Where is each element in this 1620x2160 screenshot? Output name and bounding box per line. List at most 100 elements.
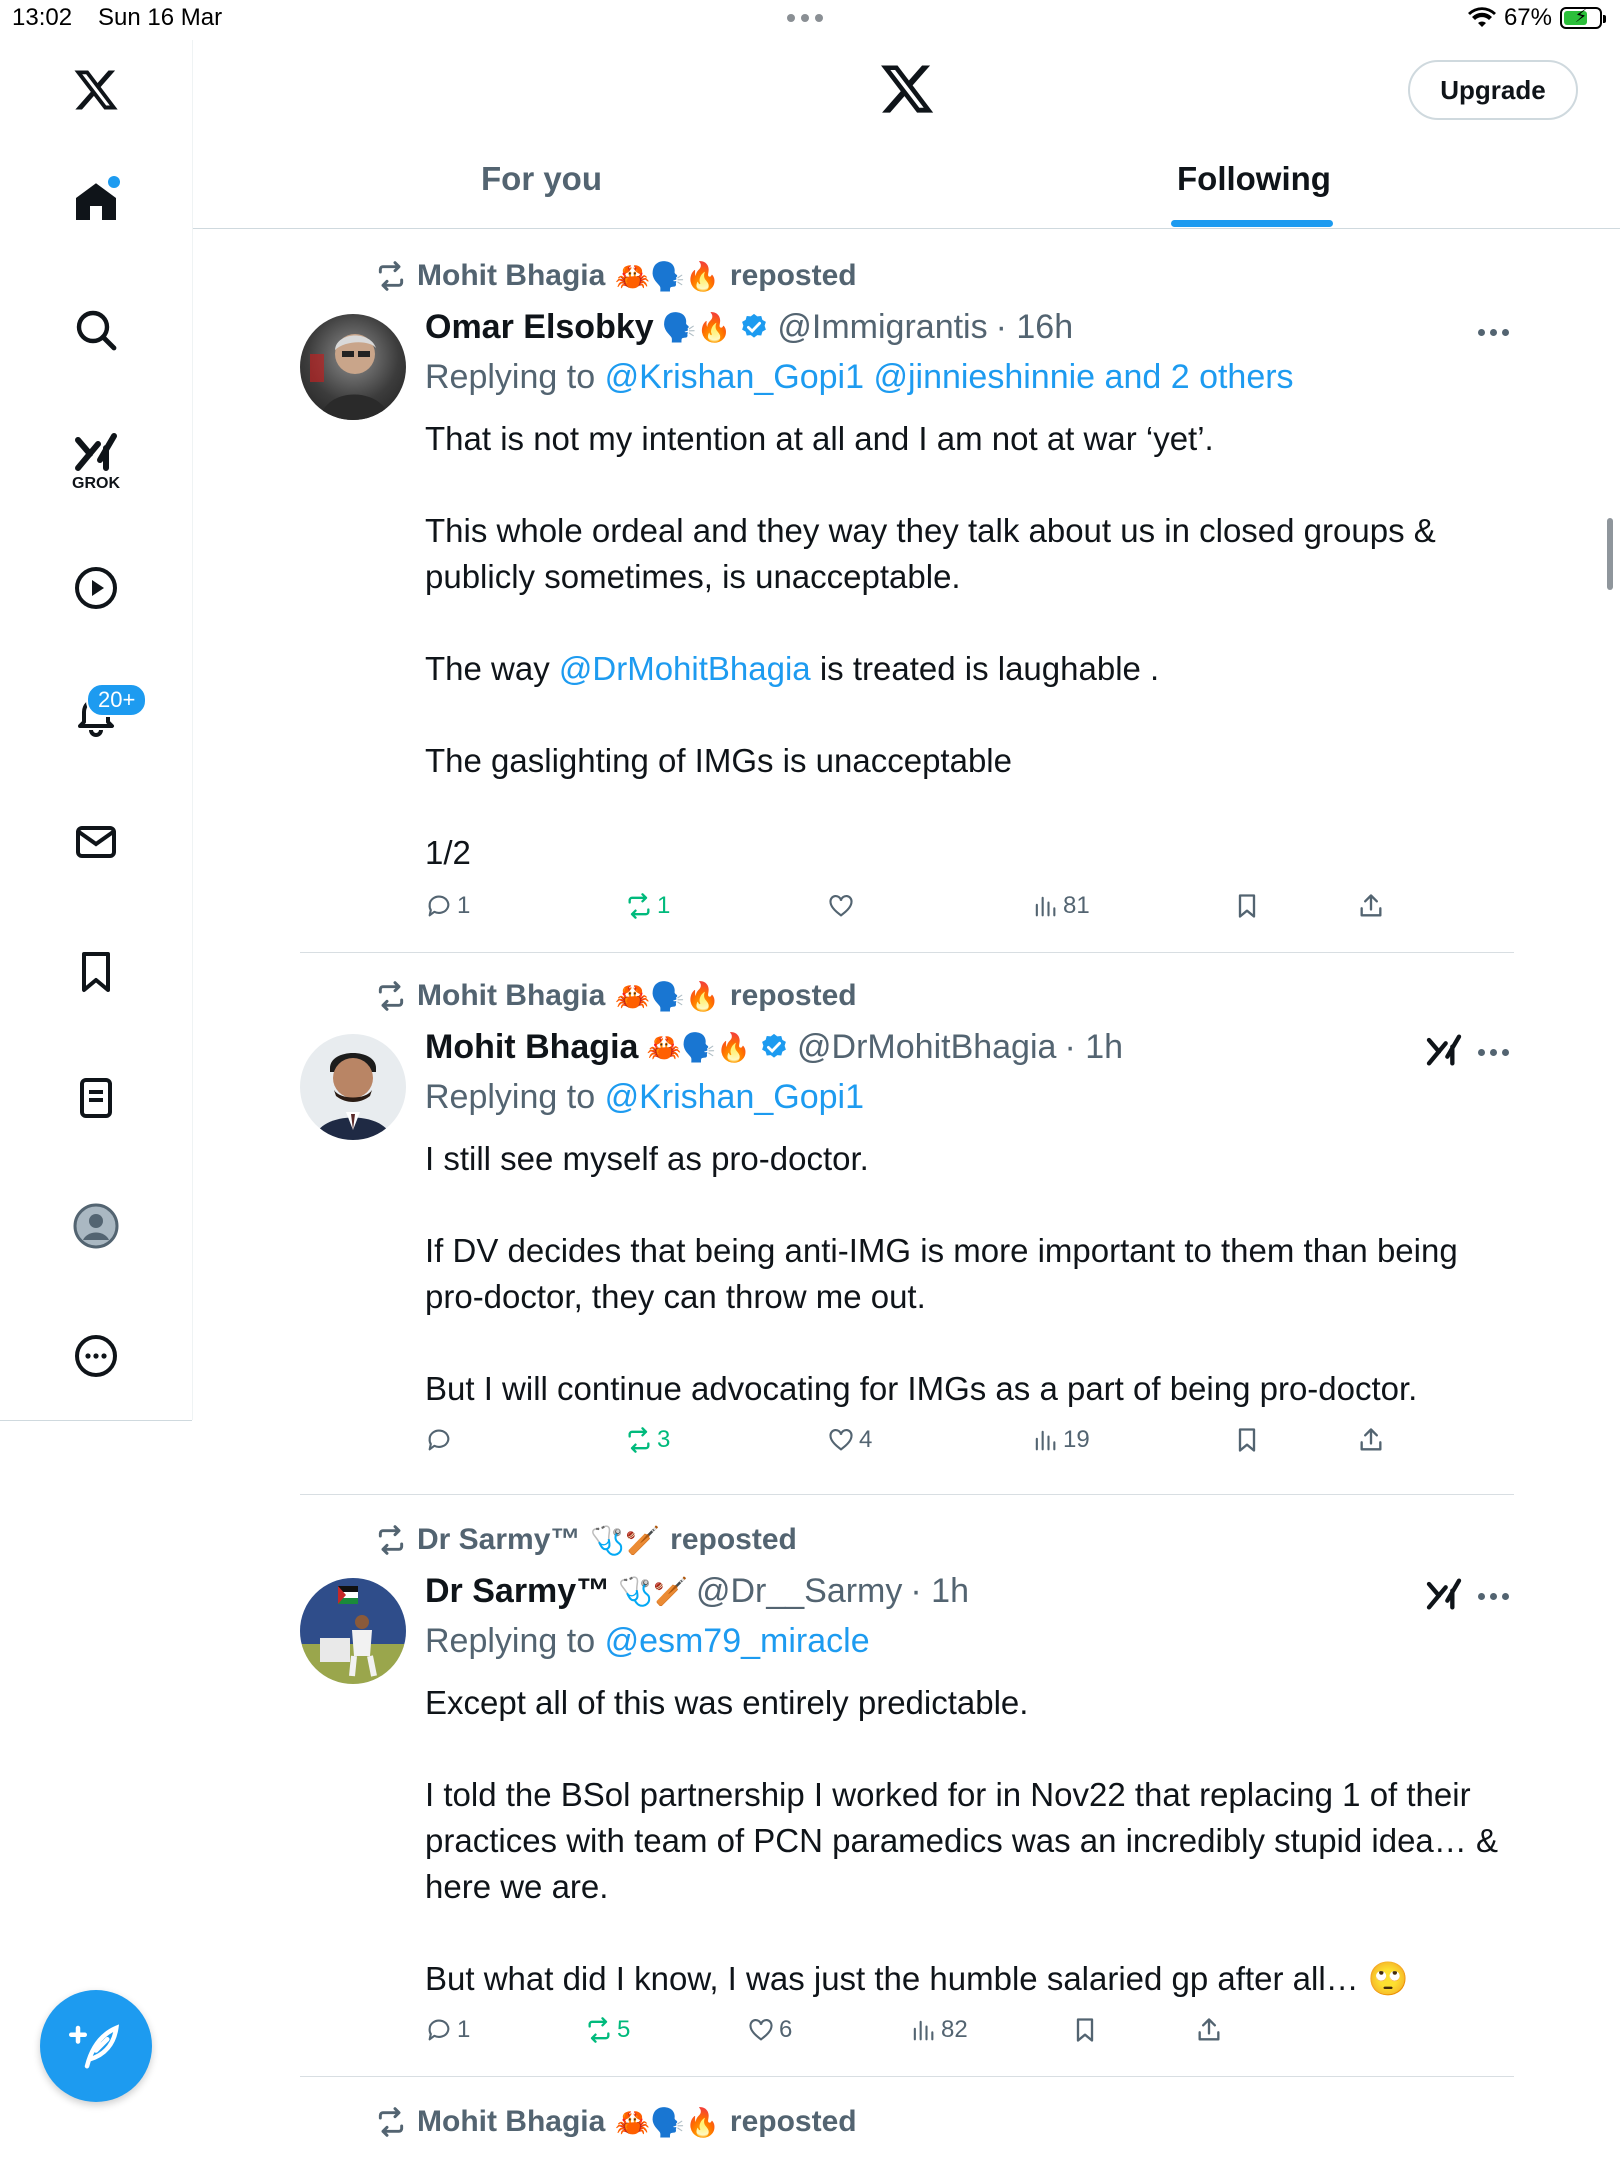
multitasking-dots-icon[interactable] bbox=[787, 14, 823, 22]
sidebar-item-explore[interactable] bbox=[66, 300, 126, 360]
status-right: 67% ⚡ bbox=[1467, 4, 1606, 32]
post-time[interactable]: · 1h bbox=[910, 1572, 969, 1611]
reposter-emoji: 🦀🗣️🔥 bbox=[615, 260, 720, 292]
author-emoji: 🩺🏏 bbox=[618, 1575, 688, 1607]
tweet-body: Except all of this was entirely predicta… bbox=[425, 1680, 1505, 2002]
post-time[interactable]: · 1h bbox=[1064, 1028, 1123, 1067]
share-button[interactable] bbox=[1357, 1426, 1385, 1454]
views-button[interactable]: 82 bbox=[909, 2016, 968, 2044]
tab-following[interactable]: Following bbox=[1177, 160, 1331, 198]
list-icon bbox=[80, 1078, 112, 1118]
author-emoji: 🦀🗣️🔥 bbox=[646, 1031, 752, 1063]
x-logo-icon[interactable] bbox=[66, 60, 126, 120]
author-handle[interactable]: @DrMohitBhagia bbox=[797, 1028, 1056, 1067]
reply-button[interactable]: 1 bbox=[425, 2016, 470, 2044]
sidebar-item-video[interactable] bbox=[66, 558, 126, 618]
verified-badge-icon bbox=[742, 313, 767, 338]
repost-icon bbox=[588, 2017, 610, 2043]
share-button[interactable] bbox=[1195, 2016, 1223, 2044]
author-name[interactable]: Dr Sarmy™ bbox=[425, 1572, 610, 1611]
post-time[interactable]: · 16h bbox=[996, 308, 1074, 347]
replying-to-handles[interactable]: @Krishan_Gopi1 bbox=[605, 1078, 864, 1116]
repost-button[interactable]: 5 bbox=[585, 2016, 630, 2044]
tweet-paragraph: I still see myself as pro-doctor. bbox=[425, 1140, 869, 1177]
scrollbar[interactable] bbox=[1607, 518, 1613, 590]
views-button[interactable]: 81 bbox=[1031, 892, 1090, 920]
tweet[interactable]: Mohit Bhagia 🦀🗣️🔥 reposted bbox=[300, 2100, 1514, 2160]
replying-to-handles[interactable]: @Krishan_Gopi1 @jinnieshinnie and 2 othe… bbox=[605, 358, 1294, 396]
sidebar-item-more[interactable] bbox=[66, 1326, 126, 1386]
repost-context: Mohit Bhagia 🦀🗣️🔥 reposted bbox=[375, 974, 857, 1018]
replying-to-handles[interactable]: @esm79_miracle bbox=[605, 1622, 870, 1660]
repost-button[interactable]: 3 bbox=[625, 1426, 670, 1454]
reposter-name[interactable]: Dr Sarmy™ bbox=[417, 1523, 580, 1557]
sidebar-item-profile[interactable] bbox=[66, 1196, 126, 1256]
like-button[interactable]: 4 bbox=[827, 1426, 872, 1454]
status-date: Sun 16 Mar bbox=[98, 4, 223, 31]
tweet[interactable]: Mohit Bhagia 🦀🗣️🔥 reposted Mohit Bhagia … bbox=[300, 974, 1514, 1495]
compose-feather-icon bbox=[69, 2024, 120, 2069]
wifi-icon bbox=[1467, 7, 1496, 27]
author-line: Mohit Bhagia 🦀🗣️🔥 @DrMohitBhagia · 1h bbox=[425, 1024, 1123, 1070]
avatar[interactable] bbox=[300, 1034, 406, 1140]
timeline-tabs: For you Following bbox=[193, 150, 1620, 229]
sidebar-item-grok[interactable] bbox=[66, 422, 126, 482]
bookmark-button[interactable] bbox=[1233, 892, 1261, 920]
heart-icon bbox=[749, 2019, 773, 2041]
like-button[interactable]: 6 bbox=[747, 2016, 792, 2044]
tweet-paragraph: Except all of this was entirely predicta… bbox=[425, 1684, 1029, 1721]
compose-post-button[interactable] bbox=[40, 1990, 152, 2102]
reposter-name[interactable]: Mohit Bhagia bbox=[417, 259, 605, 293]
tweet-body: That is not my intention at all and I am… bbox=[425, 416, 1505, 876]
tab-for-you[interactable]: For you bbox=[481, 160, 602, 198]
more-options-icon[interactable] bbox=[1478, 326, 1514, 338]
reposted-label: reposted bbox=[729, 259, 857, 292]
repost-context: Dr Sarmy™ 🩺🏏 reposted bbox=[375, 1518, 797, 1562]
author-name[interactable]: Mohit Bhagia bbox=[425, 1028, 638, 1067]
repost-context: Mohit Bhagia 🦀🗣️🔥 reposted bbox=[375, 2100, 857, 2144]
repost-button[interactable]: 1 bbox=[625, 892, 670, 920]
tweet[interactable]: Dr Sarmy™ 🩺🏏 reposted Dr Sarmy™ 🩺🏏 @Dr__… bbox=[300, 1518, 1514, 2077]
bookmark-button[interactable] bbox=[1071, 2016, 1099, 2044]
x-logo-icon bbox=[881, 65, 934, 113]
mention-link[interactable]: @DrMohitBhagia bbox=[559, 650, 811, 687]
tweet-actions: 1 1 81 bbox=[425, 892, 1425, 932]
reposter-name[interactable]: Mohit Bhagia bbox=[417, 2105, 605, 2139]
repost-icon bbox=[628, 893, 650, 919]
reply-icon bbox=[428, 1429, 450, 1451]
share-icon bbox=[1360, 1428, 1382, 1451]
avatar[interactable] bbox=[300, 314, 406, 420]
heart-icon bbox=[829, 895, 853, 917]
sidebar-item-messages[interactable] bbox=[66, 812, 126, 872]
upgrade-button[interactable]: Upgrade bbox=[1408, 60, 1578, 120]
tweet-paragraph: The gaslighting of IMGs is unacceptable bbox=[425, 742, 1012, 779]
repost-icon bbox=[628, 1427, 650, 1453]
like-button[interactable] bbox=[827, 892, 859, 920]
repost-icon bbox=[378, 2107, 404, 2137]
more-options-icon[interactable] bbox=[1478, 1590, 1514, 1602]
share-icon bbox=[1360, 894, 1382, 917]
share-button[interactable] bbox=[1357, 892, 1385, 920]
views-chart-icon bbox=[1035, 896, 1056, 917]
more-options-icon[interactable] bbox=[1478, 1046, 1514, 1058]
sidebar-item-lists[interactable] bbox=[66, 1068, 126, 1128]
author-handle[interactable]: @Dr__Sarmy bbox=[696, 1572, 902, 1611]
avatar[interactable] bbox=[300, 1578, 406, 1684]
tweet-actions: 1 5 6 82 bbox=[425, 2016, 1425, 2056]
author-line: Dr Sarmy™ 🩺🏏 @Dr__Sarmy · 1h bbox=[425, 1568, 969, 1614]
sidebar-item-home[interactable] bbox=[66, 172, 126, 232]
replying-to: Replying to @Krishan_Gopi1 @jinnieshinni… bbox=[425, 358, 1294, 396]
reply-button[interactable]: 1 bbox=[425, 892, 470, 920]
author-name[interactable]: Omar Elsobky bbox=[425, 308, 654, 347]
tweet[interactable]: Mohit Bhagia 🦀🗣️🔥 reposted Omar Elsobky … bbox=[300, 254, 1514, 953]
reposter-name[interactable]: Mohit Bhagia bbox=[417, 979, 605, 1013]
repost-context: Mohit Bhagia 🦀🗣️🔥 reposted bbox=[375, 254, 857, 298]
verified-badge-icon bbox=[762, 1033, 786, 1058]
bookmark-button[interactable] bbox=[1233, 1426, 1261, 1454]
grok-explain-icon[interactable] bbox=[1424, 1574, 1464, 1614]
grok-explain-icon[interactable] bbox=[1424, 1030, 1464, 1070]
reply-button[interactable] bbox=[425, 1426, 457, 1454]
views-button[interactable]: 19 bbox=[1031, 1426, 1090, 1454]
sidebar-item-bookmarks[interactable] bbox=[66, 942, 126, 1002]
author-handle[interactable]: @Immigrantis bbox=[777, 308, 987, 347]
